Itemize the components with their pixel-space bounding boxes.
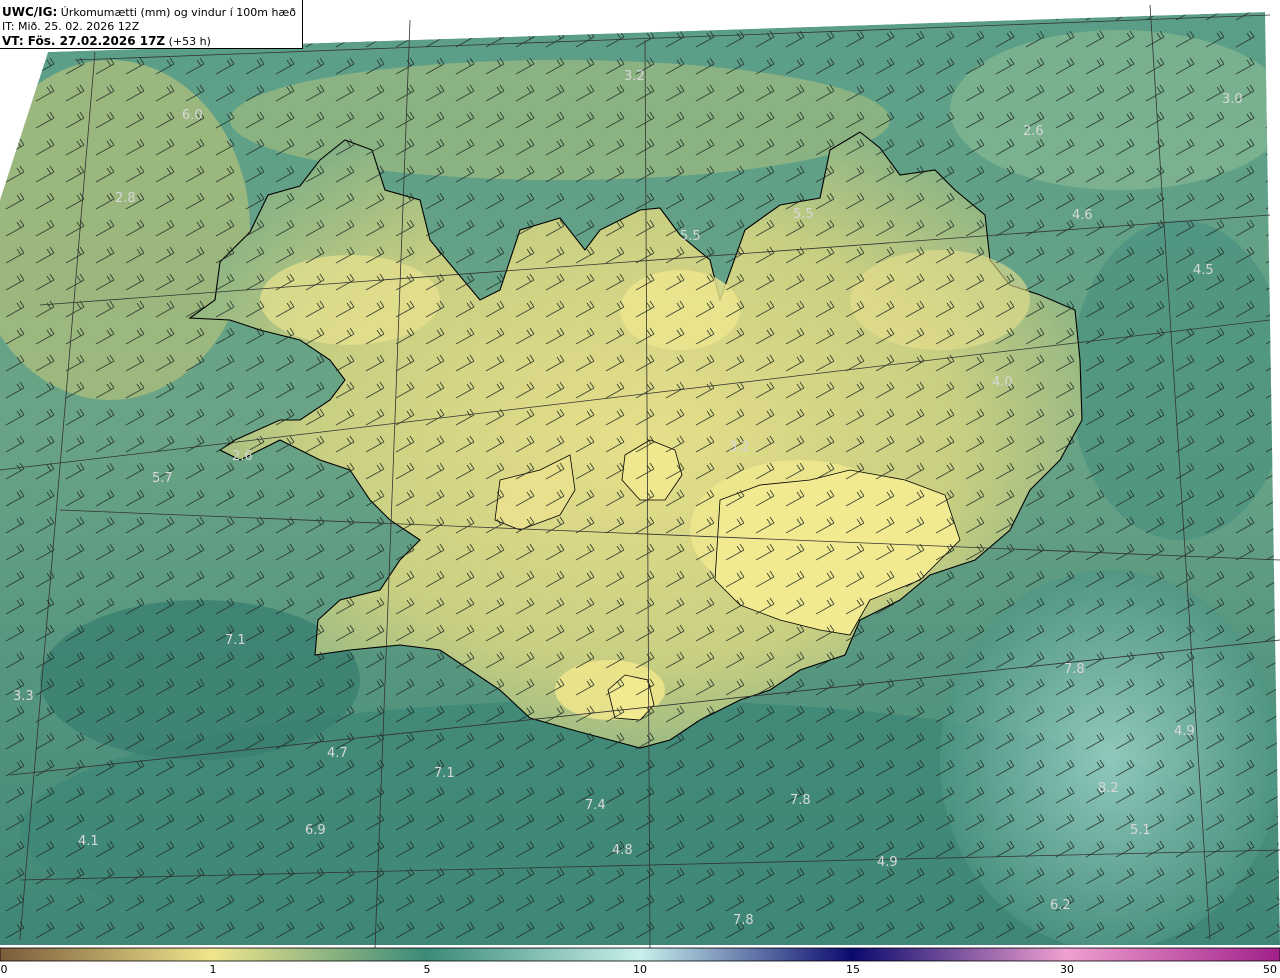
value-label: 6.0 <box>182 108 203 123</box>
colorbar-tick: 1 <box>209 963 217 976</box>
value-label: 7.8 <box>1064 662 1085 677</box>
map-title-box: UWC/IG: Úrkomumætti (mm) og vindur í 100… <box>0 0 303 49</box>
value-label: 4.9 <box>877 855 898 870</box>
valid-time: VT: Fös. 27.02.2026 17Z <box>2 34 166 48</box>
value-label: 2.6 <box>1023 124 1044 139</box>
value-label: 7.1 <box>225 633 246 648</box>
lead-time: (+53 h) <box>168 35 211 48</box>
value-label: 7.1 <box>434 766 455 781</box>
value-label: 7.8 <box>790 793 811 808</box>
value-label: 5.5 <box>793 207 814 222</box>
value-label: 3.2 <box>729 440 750 455</box>
value-labels: 3.2 3.0 6.0 2.6 2.8 5.5 5.5 4.6 4.5 4.0 … <box>13 69 1243 928</box>
initial-time: IT: Mið. 25. 02. 2026 12Z <box>2 20 140 33</box>
value-label: 5.7 <box>152 471 173 486</box>
value-label: 3.3 <box>13 689 34 704</box>
value-label: 4.9 <box>1174 724 1195 739</box>
value-label: 3.0 <box>1222 92 1243 107</box>
colorbar-tick: 30 <box>1060 963 1074 976</box>
value-label: 4.0 <box>992 375 1013 390</box>
product-description: Úrkomumætti (mm) og vindur í 100m hæð <box>60 6 296 19</box>
colorbar-tick: 10 <box>633 963 647 976</box>
colorbar-tick: 15 <box>846 963 860 976</box>
value-label: 4.8 <box>612 843 633 858</box>
product-code: UWC/IG: <box>2 5 58 19</box>
value-label: 8.2 <box>1098 781 1119 796</box>
value-label: 4.1 <box>78 834 99 849</box>
value-label: 6.9 <box>305 823 326 838</box>
colorbar-ticks: 0 1 5 10 15 30 50 <box>0 962 1280 978</box>
value-label: 7.8 <box>733 913 754 928</box>
value-label: 5.5 <box>680 229 701 244</box>
value-label: 4.7 <box>327 746 348 761</box>
value-label: 4.5 <box>1193 263 1214 278</box>
value-label: 4.6 <box>1072 208 1093 223</box>
colorbar <box>0 947 1280 962</box>
value-label: 3.2 <box>624 69 645 84</box>
value-label: 7.4 <box>585 798 606 813</box>
value-label: 2.8 <box>115 191 136 206</box>
value-label: 6.2 <box>1050 898 1071 913</box>
colorbar-tick: 0 <box>0 963 8 976</box>
colorbar-tick: 5 <box>423 963 431 976</box>
value-label: 5.1 <box>1130 823 1151 838</box>
value-label: 2.6 <box>232 449 253 464</box>
colorbar-tick: 50 <box>1263 963 1277 976</box>
